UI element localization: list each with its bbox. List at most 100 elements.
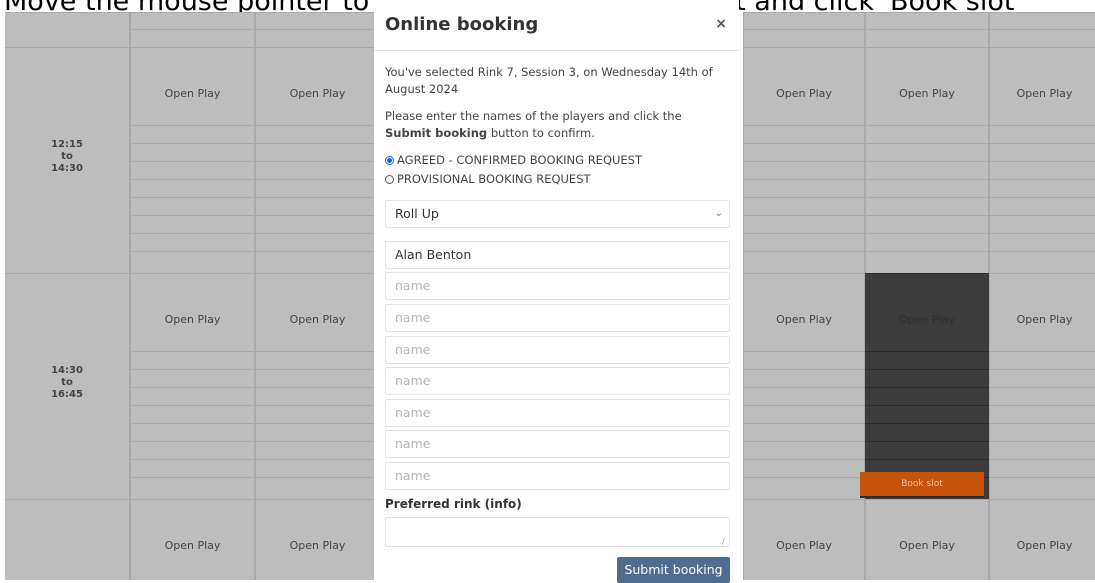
slot-divider	[131, 405, 254, 406]
slot-divider	[865, 423, 989, 424]
time-cell: 14:30 to 16:45	[5, 273, 130, 499]
radio-provisional[interactable]: PROVISIONAL BOOKING REQUEST	[385, 172, 591, 186]
row-divider	[990, 273, 1095, 274]
slot-divider	[866, 143, 988, 144]
slot-divider	[744, 405, 864, 406]
open-play-label: Open Play	[1016, 87, 1073, 100]
time-cell	[5, 499, 130, 580]
slot-divider	[744, 197, 864, 198]
selection-text: You've selected Rink 7, Session 3, on We…	[385, 65, 713, 96]
slot-divider	[744, 179, 864, 180]
slot-divider	[744, 251, 864, 252]
slot-divider	[744, 233, 864, 234]
slot-divider	[131, 251, 254, 252]
slot-divider	[866, 125, 988, 126]
slot-divider	[744, 125, 864, 126]
row-divider	[865, 273, 989, 274]
rink-cell: Open Play	[255, 273, 380, 499]
slot-divider	[866, 233, 988, 234]
rink-cell: Open Play	[989, 499, 1095, 580]
slot-divider	[256, 387, 379, 388]
slot-divider	[256, 251, 379, 252]
preferred-rink-textarea[interactable]	[385, 517, 730, 547]
player-name-field[interactable]: name	[385, 272, 730, 300]
slot-divider	[990, 423, 1095, 424]
player-name-field[interactable]: name	[385, 367, 730, 395]
slot-divider	[131, 441, 254, 442]
player-name-field[interactable]: name	[385, 462, 730, 490]
slot-divider	[865, 369, 989, 370]
slot-divider	[990, 441, 1095, 442]
row-divider	[5, 499, 129, 500]
modal-title: Online booking	[385, 14, 539, 35]
rink-cell: Open Play	[130, 273, 255, 499]
slot-divider	[990, 369, 1095, 370]
slot-divider	[256, 459, 379, 460]
slot-divider	[865, 387, 989, 388]
rink-cell	[989, 12, 1095, 47]
time-to: 16:45	[51, 389, 83, 400]
rink-cell: Open Play	[255, 47, 380, 273]
slot-divider	[744, 441, 864, 442]
player-name-field[interactable]: Alan Benton	[385, 241, 730, 269]
row-divider	[866, 499, 988, 500]
slot-divider	[131, 423, 254, 424]
radio-agreed[interactable]: AGREED - CONFIRMED BOOKING REQUEST	[385, 153, 642, 167]
slot-divider	[131, 233, 254, 234]
time-from: 12:15	[51, 139, 83, 150]
player-name-field[interactable]: name	[385, 399, 730, 427]
player-name-field[interactable]: name	[385, 304, 730, 332]
close-icon[interactable]: ×	[715, 16, 727, 32]
open-play-label: Open Play	[164, 539, 221, 552]
preferred-rink-label: Preferred rink (info)	[385, 497, 522, 511]
row-divider	[744, 12, 864, 13]
slot-divider	[866, 215, 988, 216]
slot-divider	[131, 477, 254, 478]
slot-divider	[744, 369, 864, 370]
rink-cell	[130, 12, 255, 47]
slot-divider	[990, 251, 1095, 252]
slot-divider	[256, 233, 379, 234]
player-name-field[interactable]: name	[385, 336, 730, 364]
row-divider	[744, 499, 864, 500]
slot-divider	[256, 215, 379, 216]
slot-divider	[256, 477, 379, 478]
slot-divider	[990, 161, 1095, 162]
row-divider	[131, 47, 254, 48]
radio-agreed-label: AGREED - CONFIRMED BOOKING REQUEST	[397, 153, 643, 167]
open-play-label: Open Play	[289, 539, 346, 552]
slot-divider	[990, 197, 1095, 198]
open-play-label: Open Play	[164, 313, 221, 326]
row-divider	[866, 47, 988, 48]
open-play-label: Open Play	[1016, 539, 1073, 552]
slot-divider	[990, 387, 1095, 388]
instructions-bold: Submit booking	[385, 126, 488, 140]
slot-divider	[131, 161, 254, 162]
slot-divider	[131, 459, 254, 460]
booking-type-select[interactable]: Roll Up ⌄	[385, 200, 730, 228]
slot-divider	[990, 29, 1095, 30]
slot-divider	[866, 179, 988, 180]
slot-divider	[865, 405, 989, 406]
time-cell	[5, 12, 130, 47]
slot-divider	[990, 143, 1095, 144]
instructions-text: Please enter the names of the players an…	[385, 108, 730, 142]
slot-divider	[131, 29, 254, 30]
chevron-down-icon: ⌄	[714, 208, 723, 219]
open-play-label: Open Play	[164, 87, 221, 100]
radio-agreed-indicator[interactable]	[385, 155, 394, 165]
rink-cell: Open Play	[743, 47, 865, 273]
book-slot-button[interactable]: Book slot	[860, 472, 984, 496]
slot-divider	[990, 215, 1095, 216]
slot-divider	[866, 197, 988, 198]
player-name-field[interactable]: name	[385, 430, 730, 458]
submit-booking-button[interactable]: Submit booking	[617, 557, 730, 583]
rink-cell: Open Play	[989, 273, 1095, 499]
rink-cell	[255, 12, 380, 47]
time-from: 14:30	[51, 365, 83, 376]
row-divider	[5, 47, 129, 48]
radio-provisional-indicator[interactable]	[385, 174, 394, 184]
modal-header: Online booking ×	[374, 0, 739, 51]
instructions-post: button to confirm.	[487, 126, 595, 140]
rink-cell: Open Play	[130, 47, 255, 273]
